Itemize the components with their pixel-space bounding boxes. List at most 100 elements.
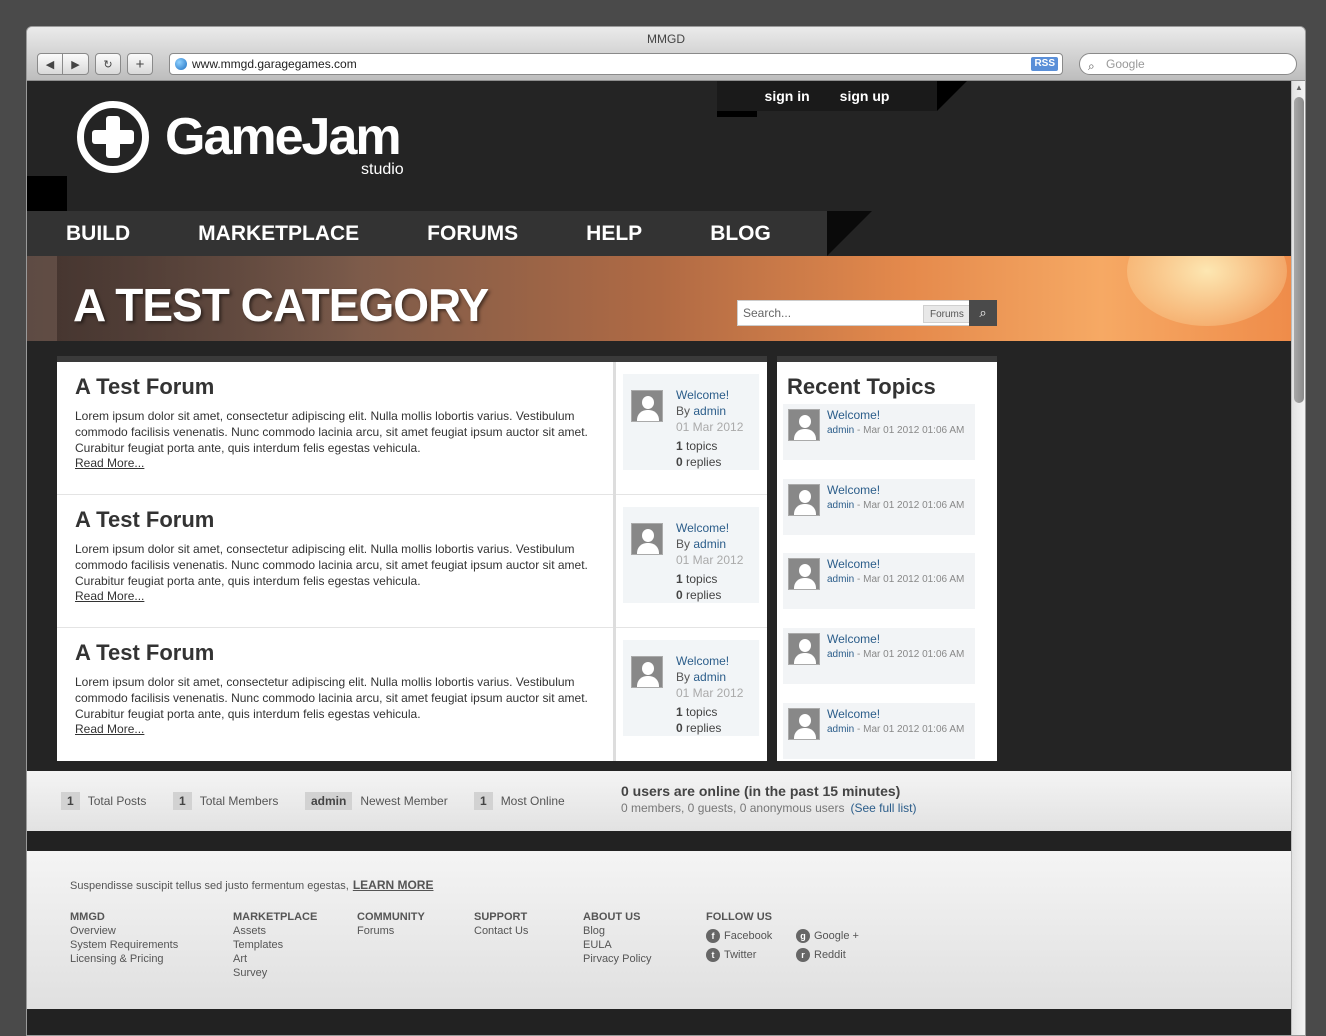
newest-member-link[interactable]: admin [305, 792, 353, 810]
avatar[interactable] [631, 523, 663, 555]
facebook-link[interactable]: f Facebook [706, 929, 772, 943]
reddit-icon: r [796, 948, 810, 962]
forum-description: Lorem ipsum dolor sit amet, consectetur … [75, 542, 588, 588]
topics-label: topics [686, 572, 718, 586]
footer-heading: ABOUT US [583, 911, 641, 923]
search-scope-select[interactable]: Forums [923, 305, 971, 323]
globe-icon [175, 58, 187, 70]
learn-more-link[interactable]: LEARN MORE [353, 878, 434, 892]
forum-stats: Welcome! By admin 01 Mar 2012 1 topics 0… [623, 507, 759, 603]
topics-count: 1 [676, 439, 683, 453]
avatar[interactable] [631, 656, 663, 688]
topics-label: topics [686, 439, 718, 453]
scroll-up-icon[interactable]: ▲ [1295, 83, 1303, 92]
reload-button[interactable]: ↻ [95, 53, 121, 75]
recent-topic-meta: - Mar 01 2012 01:06 AM [854, 425, 965, 436]
sign-in-link[interactable]: sign in [765, 88, 810, 104]
recent-topic-user[interactable]: admin [827, 724, 854, 735]
nav-blog[interactable]: BLOG [710, 222, 771, 246]
recent-topic-user[interactable]: admin [827, 500, 854, 511]
search-button[interactable]: ⌕ [969, 300, 997, 326]
back-button[interactable]: ◀ [37, 53, 63, 75]
rss-button[interactable]: RSS [1031, 57, 1058, 71]
forum-search-input[interactable]: Search... [743, 306, 791, 320]
footer-link[interactable]: Contact Us [474, 924, 528, 938]
reddit-link[interactable]: r Reddit [796, 948, 859, 962]
page-title: A TEST CATEGORY [73, 279, 489, 331]
nav-build[interactable]: BUILD [66, 222, 130, 246]
auth-bar: sign in sign up [717, 81, 937, 111]
footer-link[interactable]: Templates [233, 938, 317, 952]
author-link[interactable]: admin [693, 537, 726, 551]
footer-link[interactable]: Forums [357, 924, 425, 938]
footer-link[interactable]: Assets [233, 924, 317, 938]
recent-topic-meta: - Mar 01 2012 01:06 AM [854, 574, 965, 585]
recent-topic-user[interactable]: admin [827, 425, 854, 436]
recent-topic-link[interactable]: Welcome! [827, 483, 880, 497]
footer-link[interactable]: Pirvacy Policy [583, 952, 651, 966]
footer-link[interactable]: Blog [583, 924, 651, 938]
recent-topic-link[interactable]: Welcome! [827, 707, 880, 721]
footer-link[interactable]: Art [233, 952, 317, 966]
add-bookmark-button[interactable]: + [127, 53, 153, 75]
browser-search-input[interactable]: ⌕ Google [1079, 53, 1297, 75]
see-full-list-link[interactable]: (See full list) [850, 801, 916, 815]
read-more-link[interactable]: Read More... [75, 589, 144, 603]
logo-icon[interactable] [77, 101, 149, 173]
last-topic-link[interactable]: Welcome! [676, 388, 729, 402]
sign-up-link[interactable]: sign up [840, 88, 890, 104]
last-topic-link[interactable]: Welcome! [676, 654, 729, 668]
auth-underline [717, 111, 757, 117]
stat-total-members: 1 Total Members [173, 792, 278, 810]
forum-title[interactable]: A Test Forum [75, 374, 214, 400]
google-plus-link[interactable]: g Google + [796, 929, 859, 943]
footer-lead: Suspendisse suscipit tellus sed justo fe… [70, 880, 349, 892]
nav-marketplace[interactable]: MARKETPLACE [198, 222, 359, 246]
read-more-link[interactable]: Read More... [75, 456, 144, 470]
decorative-block [27, 176, 67, 211]
logo-text[interactable]: GameJam [165, 107, 402, 167]
recent-topic-link[interactable]: Welcome! [827, 632, 880, 646]
author-link[interactable]: admin [693, 670, 726, 684]
category-banner: A TEST CATEGORY Search... Forums ⌕ [27, 256, 1291, 341]
avatar[interactable] [788, 409, 820, 441]
avatar[interactable] [788, 484, 820, 516]
stat-value: 1 [474, 792, 493, 810]
footer-col-marketplace: MARKETPLACE Assets Templates Art Survey [233, 910, 317, 980]
forum-description: Lorem ipsum dolor sit amet, consectetur … [75, 409, 588, 455]
nav-help[interactable]: HELP [586, 222, 642, 246]
footer-link[interactable]: Overview [70, 924, 178, 938]
forum-title[interactable]: A Test Forum [75, 507, 214, 533]
footer-link[interactable]: Survey [233, 966, 317, 980]
by-label: By [676, 404, 691, 418]
forum-search: Search... Forums ⌕ [737, 300, 997, 326]
replies-label: replies [686, 455, 722, 469]
footer-link[interactable]: EULA [583, 938, 651, 952]
forward-button[interactable]: ▶ [63, 53, 89, 75]
replies-label: replies [686, 721, 722, 735]
scrollbar-thumb[interactable] [1294, 97, 1304, 403]
footer-link[interactable]: System Requirements [70, 938, 178, 952]
url-text: www.mmgd.garagegames.com [192, 57, 357, 71]
author-link[interactable]: admin [693, 404, 726, 418]
avatar[interactable] [631, 390, 663, 422]
address-bar[interactable]: www.mmgd.garagegames.com RSS [169, 53, 1063, 75]
vertical-scrollbar[interactable]: ▲ [1291, 81, 1305, 1035]
nav-forums[interactable]: FORUMS [427, 222, 518, 246]
twitter-icon: t [706, 948, 720, 962]
avatar[interactable] [788, 633, 820, 665]
avatar[interactable] [788, 708, 820, 740]
footer-link[interactable]: Licensing & Pricing [70, 952, 178, 966]
avatar[interactable] [788, 558, 820, 590]
recent-topic-meta: - Mar 01 2012 01:06 AM [854, 649, 965, 660]
forum-title[interactable]: A Test Forum [75, 640, 214, 666]
recent-topic-user[interactable]: admin [827, 649, 854, 660]
recent-topic-link[interactable]: Welcome! [827, 557, 880, 571]
stat-label: Total Posts [87, 794, 147, 808]
recent-topic-link[interactable]: Welcome! [827, 408, 880, 422]
recent-topic-user[interactable]: admin [827, 574, 854, 585]
twitter-link[interactable]: t Twitter [706, 948, 772, 962]
last-topic-link[interactable]: Welcome! [676, 521, 729, 535]
replies-count: 0 [676, 721, 683, 735]
read-more-link[interactable]: Read More... [75, 722, 144, 736]
